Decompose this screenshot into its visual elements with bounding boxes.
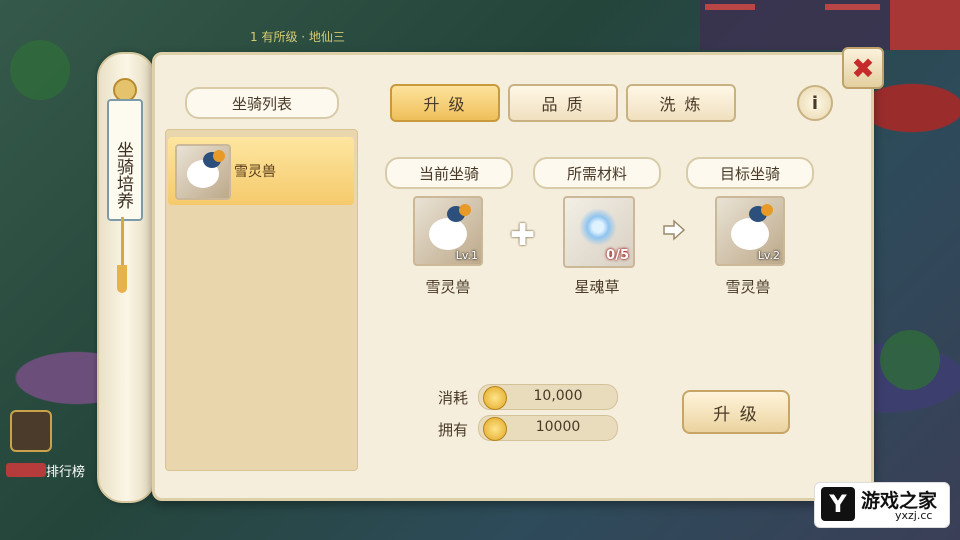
hp-bar <box>705 4 755 10</box>
mount-list-item[interactable]: 雪灵兽 <box>168 137 354 205</box>
mount-portrait-icon <box>175 144 231 200</box>
top-status-bar <box>700 0 960 50</box>
rank-badge <box>6 463 46 477</box>
tab-refine[interactable]: 洗 炼 <box>626 84 736 122</box>
tree-decoration <box>880 330 940 390</box>
arrow-right-icon <box>663 219 686 241</box>
plus-icon: ✚ <box>510 218 536 253</box>
close-button[interactable]: ✖ <box>842 47 884 89</box>
window-title: 坐骑培养 <box>113 141 133 209</box>
own-value: 10000 <box>535 419 581 435</box>
quest-tracker-text[interactable]: 1 有所级 · 地仙三 <box>250 28 345 45</box>
site-logo: Y 游戏之家 yxzj.cc <box>814 482 950 528</box>
target-mount-level: Lv.2 <box>757 249 780 262</box>
tree-decoration <box>10 40 70 100</box>
required-material-label: 所需材料 <box>533 157 661 189</box>
logo-domain: yxzj.cc <box>895 509 933 522</box>
material-name: 星魂草 <box>574 278 620 296</box>
upgrade-button[interactable]: 升 级 <box>682 390 790 434</box>
consume-bar: 10,000 <box>478 384 618 410</box>
target-mount-icon[interactable]: Lv.2 <box>715 196 785 266</box>
own-bar: 10000 <box>478 415 618 441</box>
material-count: 0/5 <box>606 248 629 263</box>
mount-list-title: 坐骑列表 <box>185 87 339 119</box>
close-icon: ✖ <box>851 51 875 85</box>
target-mount-label: 目标坐骑 <box>686 157 814 189</box>
current-mount-label: 当前坐骑 <box>385 157 513 189</box>
player-avatar[interactable] <box>890 0 960 50</box>
current-mount-icon[interactable]: Lv.1 <box>413 196 483 266</box>
scroll-rope <box>121 217 124 267</box>
current-mount-level: Lv.1 <box>455 249 478 262</box>
own-label: 拥有 <box>438 421 469 439</box>
gold-coin-icon <box>483 386 507 410</box>
chat-icon[interactable] <box>10 410 52 452</box>
mount-list-item-name: 雪灵兽 <box>234 164 276 180</box>
mp-bar <box>825 4 880 10</box>
tab-upgrade[interactable]: 升 级 <box>390 84 500 122</box>
target-mount-name: 雪灵兽 <box>725 278 771 296</box>
consume-value: 10,000 <box>533 388 583 404</box>
scroll-tassel <box>117 265 127 293</box>
gold-coin-icon <box>483 417 507 441</box>
logo-mark-icon: Y <box>821 487 855 521</box>
rank-label[interactable]: 排行榜 <box>46 461 85 480</box>
info-button[interactable]: i <box>797 85 833 121</box>
consume-label: 消耗 <box>438 389 469 407</box>
current-mount-name: 雪灵兽 <box>425 278 471 296</box>
tab-quality[interactable]: 品 质 <box>508 84 618 122</box>
star-soul-grass-icon[interactable]: 0/5 <box>563 196 635 268</box>
